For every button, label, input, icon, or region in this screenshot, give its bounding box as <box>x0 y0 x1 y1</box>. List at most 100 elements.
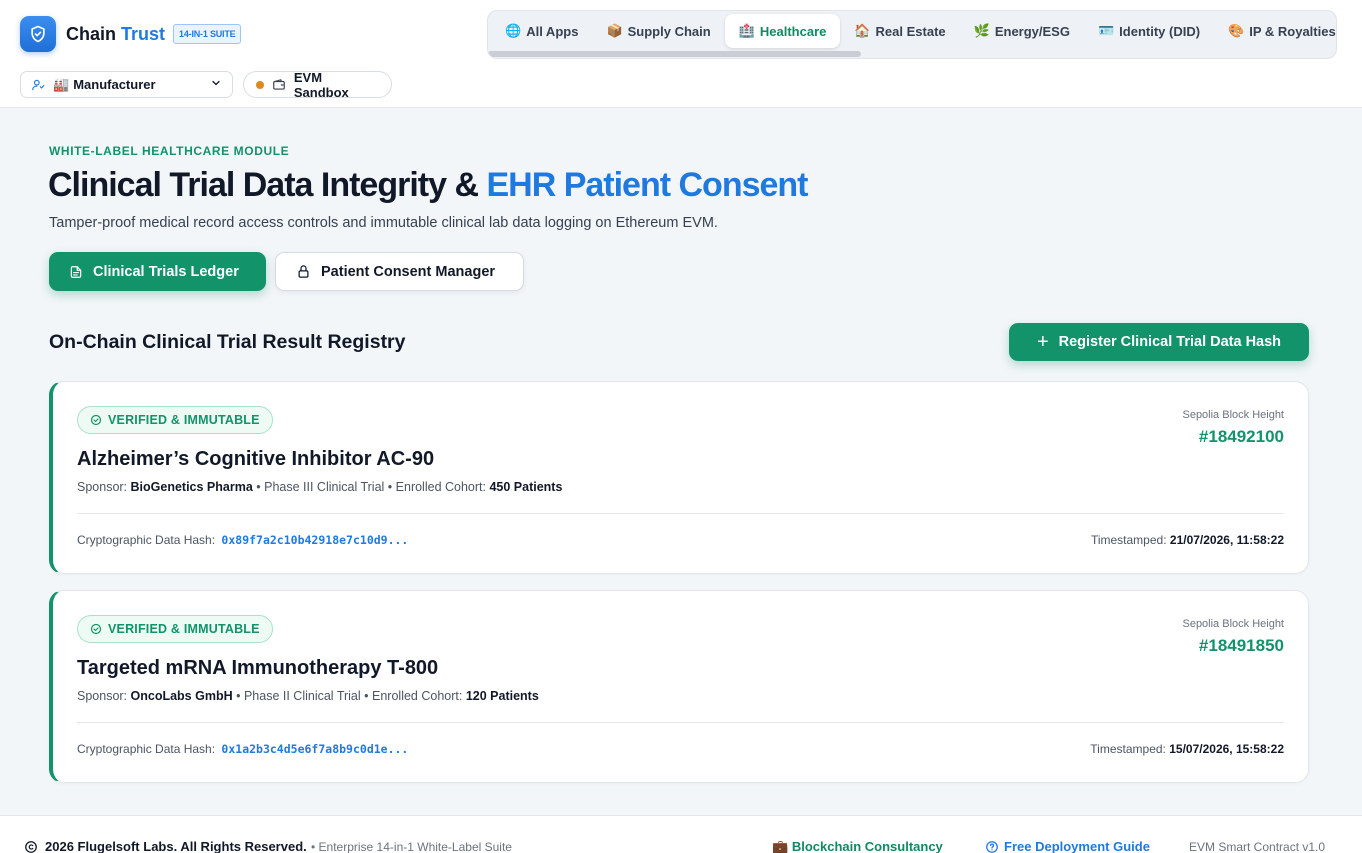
version-label: EVM Smart Contract v1.0 <box>1189 840 1326 853</box>
tab-label: Supply Chain <box>627 23 711 39</box>
shield-check-icon <box>20 16 56 52</box>
tab-energy-esg[interactable]: 🌿 Energy/ESG <box>960 14 1084 48</box>
sponsor-value: OncoLabs GmbH <box>130 689 233 703</box>
divider <box>77 513 1284 514</box>
register-trial-hash-button[interactable]: + Register Clinical Trial Data Hash <box>1009 323 1309 361</box>
tab-identity-did[interactable]: 🪪 Identity (DID) <box>1084 14 1214 48</box>
block-height-label: Sepolia Block Height <box>1182 618 1284 630</box>
page-subtitle: Tamper-proof medical record access contr… <box>49 215 718 231</box>
trial-card[interactable]: VERIFIED & IMMUTABLE Alzheimer’s Cogniti… <box>49 381 1309 574</box>
tab-label: Healthcare <box>759 23 827 39</box>
copyright-icon <box>24 840 38 853</box>
trial-card[interactable]: VERIFIED & IMMUTABLE Targeted mRNA Immun… <box>49 590 1309 783</box>
network-label: EVM Sandbox <box>293 69 349 100</box>
status-badge: VERIFIED & IMMUTABLE <box>77 406 273 434</box>
timestamp-value: 21/07/2026, 11:58:22 <box>1169 533 1284 547</box>
tab-label: Energy/ESG <box>994 23 1070 39</box>
trial-meta: Sponsor: BioGenetics Pharma • Phase III … <box>77 480 562 494</box>
tab-label: Identity (DID) <box>1119 23 1201 39</box>
status-dot <box>256 80 264 89</box>
button-label: Clinical Trials Ledger <box>93 263 239 280</box>
cohort-value: 120 Patients <box>465 689 539 703</box>
globe-icon: 🌐 <box>505 23 522 38</box>
divider <box>77 722 1284 723</box>
page-title: Clinical Trial Data Integrity & EHR Pati… <box>48 166 809 205</box>
cohort-label: Enrolled Cohort: <box>372 689 463 703</box>
separator: • <box>364 689 373 703</box>
link-label: Free Deployment Guide <box>1004 839 1150 853</box>
block-height-value[interactable]: #18491850 <box>1199 636 1284 656</box>
tab-healthcare[interactable]: 🏥 Healthcare <box>724 14 841 48</box>
cohort-label: Enrolled Cohort: <box>395 480 486 494</box>
house-icon: 🏠 <box>854 23 871 38</box>
timestamp-label: Timestamped: <box>1090 742 1166 756</box>
data-hash-link[interactable]: 0x89f7a2c10b42918e7c10d9... <box>221 533 408 547</box>
trial-name: Alzheimer’s Cognitive Inhibitor AC-90 <box>77 448 435 470</box>
consultancy-link[interactable]: 💼 Blockchain Consultancy <box>772 839 943 853</box>
suite-badge: 14-IN-1 SUITE <box>173 24 242 44</box>
sponsor-value: BioGenetics Pharma <box>130 480 253 494</box>
tab-supply-chain[interactable]: 📦 Supply Chain <box>592 14 724 48</box>
timestamp-row: Timestamped: 15/07/2026, 15:58:22 <box>1090 742 1284 756</box>
top-header: Chain Trust 14-IN-1 SUITE 🏭 Manufacturer… <box>0 0 1362 108</box>
help-circle-icon <box>985 840 999 853</box>
brand-name: Chain <box>66 23 117 44</box>
button-label: Patient Consent Manager <box>321 263 496 280</box>
separator: • <box>236 689 244 703</box>
trial-meta: Sponsor: OncoLabs GmbH • Phase II Clinic… <box>77 689 539 703</box>
network-indicator[interactable]: EVM Sandbox <box>243 69 392 100</box>
palette-icon: 🎨 <box>1228 23 1245 38</box>
role-label: Manufacturer <box>73 77 156 92</box>
block-height-label: Sepolia Block Height <box>1182 409 1284 421</box>
clinical-trials-ledger-button[interactable]: Clinical Trials Ledger <box>49 252 266 291</box>
brand[interactable]: Chain Trust 14-IN-1 SUITE <box>20 16 242 52</box>
cohort-value: 450 Patients <box>489 480 563 494</box>
trial-phase: Phase III Clinical Trial <box>264 480 385 494</box>
tab-ip-royalties[interactable]: 🎨 IP & Royalties <box>1214 14 1336 48</box>
registry-title: On-Chain Clinical Trial Result Registry <box>49 331 406 353</box>
timestamp-value: 15/07/2026, 15:58:22 <box>1169 742 1284 756</box>
status-badge: VERIFIED & IMMUTABLE <box>77 615 273 643</box>
footer: 2026 Flugelsoft Labs. All Rights Reserve… <box>0 815 1362 853</box>
hash-label: Cryptographic Data Hash: <box>77 742 216 756</box>
deployment-guide-link[interactable]: Free Deployment Guide <box>985 839 1150 853</box>
sponsor-label: Sponsor: <box>77 480 128 494</box>
chevron-down-icon <box>210 77 222 92</box>
separator: • <box>387 480 396 494</box>
data-hash-row: Cryptographic Data Hash: 0x89f7a2c10b429… <box>77 533 408 547</box>
data-hash-row: Cryptographic Data Hash: 0x1a2b3c4d5e6f7… <box>77 742 408 756</box>
tab-label: IP & Royalties <box>1249 23 1336 39</box>
lock-icon <box>296 264 311 279</box>
patient-consent-manager-button[interactable]: Patient Consent Manager <box>275 252 524 291</box>
block-height-value[interactable]: #18492100 <box>1199 427 1284 447</box>
document-icon <box>69 265 83 279</box>
separator: • <box>256 480 265 494</box>
tab-label: All Apps <box>526 23 579 39</box>
status-text: VERIFIED & IMMUTABLE <box>108 622 260 636</box>
tab-real-estate[interactable]: 🏠 Real Estate <box>840 14 959 48</box>
data-hash-link[interactable]: 0x1a2b3c4d5e6f7a8b9c0d1e... <box>221 742 408 756</box>
sponsor-label: Sponsor: <box>77 689 128 703</box>
leaf-icon: 🌿 <box>973 23 990 38</box>
button-label: Register Clinical Trial Data Hash <box>1058 334 1282 350</box>
trial-phase: Phase II Clinical Trial <box>243 689 361 703</box>
tabs-scrollbar[interactable] <box>488 51 861 57</box>
role-select[interactable]: 🏭 Manufacturer <box>20 71 233 98</box>
brand-accent: Trust <box>121 23 166 44</box>
copyright: 2026 Flugelsoft Labs. All Rights Reserve… <box>24 839 307 853</box>
id-card-icon: 🪪 <box>1097 23 1115 38</box>
factory-icon: 🏭 <box>53 76 70 92</box>
page-title-main: Clinical Trial Data Integrity & <box>48 166 487 204</box>
module-eyebrow: WHITE-LABEL HEALTHCARE MODULE <box>49 144 290 158</box>
wallet-icon <box>272 78 286 92</box>
package-icon: 📦 <box>606 23 623 38</box>
plus-icon: + <box>1036 331 1049 353</box>
copyright-text: 2026 Flugelsoft Labs. All Rights Reserve… <box>45 839 307 853</box>
page-title-accent: EHR Patient Consent <box>486 166 808 204</box>
timestamp-label: Timestamped: <box>1090 533 1167 547</box>
app-tabs: 🌐 All Apps 📦 Supply Chain 🏥 Healthcare 🏠… <box>487 10 1337 59</box>
check-circle-icon <box>90 414 102 426</box>
tab-all-apps[interactable]: 🌐 All Apps <box>491 14 592 48</box>
link-label: Blockchain Consultancy <box>791 839 943 853</box>
briefcase-icon: 💼 <box>772 839 789 853</box>
